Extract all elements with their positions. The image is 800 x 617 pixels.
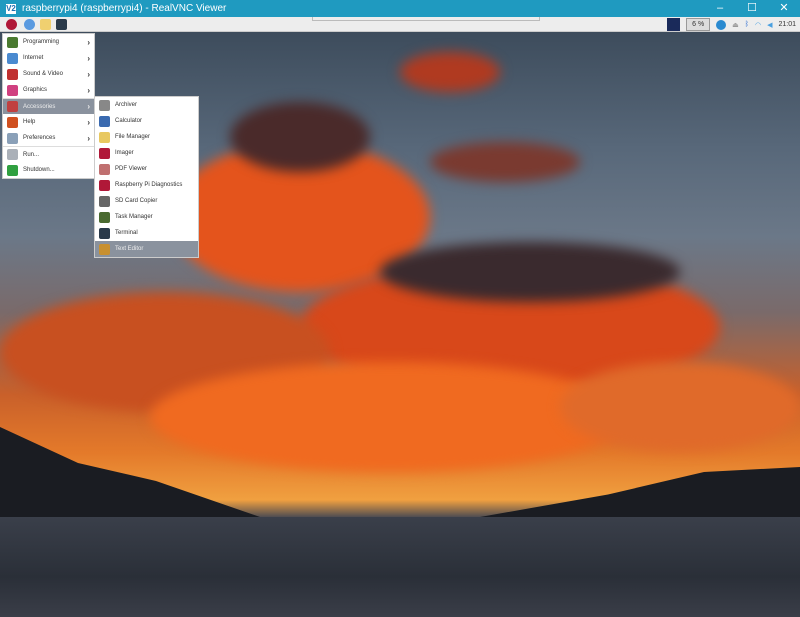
clock: 21:01 xyxy=(778,21,796,28)
folder-icon xyxy=(99,131,110,143)
menu-item-archiver[interactable]: Archiver xyxy=(95,97,198,113)
vnc-server-icon[interactable] xyxy=(667,18,681,31)
menu-item-file-manager[interactable]: File Manager xyxy=(95,129,198,145)
chevron-right-icon: › xyxy=(87,53,90,63)
cpu-monitor: 6 % xyxy=(686,18,711,31)
menu-item-label: Help xyxy=(23,119,36,125)
shutdown-icon xyxy=(7,164,18,176)
chevron-right-icon: › xyxy=(87,117,90,127)
menu-item-label: Shutdown... xyxy=(23,167,55,173)
menu-item-programming[interactable]: Programming › xyxy=(3,34,94,50)
menu-item-imager[interactable]: Imager xyxy=(95,145,198,161)
run-icon xyxy=(7,149,18,160)
menu-item-label: Sound & Video xyxy=(23,71,63,77)
menu-item-label: File Manager xyxy=(115,134,151,140)
help-icon xyxy=(7,116,18,128)
sound-video-icon xyxy=(7,68,18,80)
programming-icon xyxy=(7,36,18,48)
menu-item-label: Calculator xyxy=(115,118,143,124)
user-icon[interactable] xyxy=(716,19,727,30)
menu-item-label: SD Card Copier xyxy=(115,198,158,204)
title-bar: V2 raspberrypi4 (raspberrypi4) - RealVNC… xyxy=(0,0,800,17)
terminal-icon[interactable] xyxy=(56,19,67,30)
menu-item-shutdown[interactable]: Shutdown... xyxy=(3,162,94,178)
maximize-button[interactable]: ☐ xyxy=(736,0,768,17)
eject-icon[interactable]: ⏏ xyxy=(732,21,739,29)
menu-item-graphics[interactable]: Graphics › xyxy=(3,82,94,98)
chevron-right-icon: › xyxy=(87,85,90,95)
window-title: raspberrypi4 (raspberrypi4) - RealVNC Vi… xyxy=(22,3,227,14)
raspberry-menu-icon[interactable] xyxy=(6,19,17,30)
menu-item-accessories[interactable]: Accessories › xyxy=(3,98,94,114)
menu-item-preferences[interactable]: Preferences › xyxy=(3,130,94,146)
bluetooth-icon[interactable]: ᛒ xyxy=(745,21,749,28)
raspberry-icon xyxy=(99,179,110,191)
menu-item-label: Task Manager xyxy=(115,214,153,220)
menu-item-label: Preferences xyxy=(23,135,56,141)
menu-item-label: Accessories xyxy=(23,103,56,110)
taskbar: 6 % ⏏ ᛒ ◠ ◀ 21:01 xyxy=(0,17,800,32)
sd-card-icon xyxy=(99,195,110,207)
menu-item-sound-video[interactable]: Sound & Video › xyxy=(3,66,94,82)
minimize-button[interactable]: – xyxy=(704,0,736,17)
graphics-icon xyxy=(7,84,18,96)
lake xyxy=(0,517,800,617)
menu-item-label: Archiver xyxy=(115,102,138,108)
main-menu: Programming › Internet › Sound & Video › Graph… xyxy=(2,33,95,179)
menu-item-help[interactable]: Help › xyxy=(3,114,94,130)
file-manager-icon[interactable] xyxy=(40,19,51,30)
menu-item-text-editor[interactable]: Text Editor xyxy=(95,241,198,257)
archiver-icon xyxy=(99,99,110,111)
menu-item-label: Programming xyxy=(23,39,60,45)
menu-item-internet[interactable]: Internet › xyxy=(3,50,94,66)
menu-item-run[interactable]: Run... xyxy=(3,146,94,162)
wifi-icon[interactable]: ◠ xyxy=(755,21,761,29)
preferences-icon xyxy=(7,132,18,144)
menu-item-task-manager[interactable]: Task Manager xyxy=(95,209,198,225)
chevron-right-icon: › xyxy=(87,102,90,111)
close-button[interactable]: ✕ xyxy=(768,0,800,17)
menu-item-label: Internet xyxy=(23,55,44,61)
menu-item-terminal[interactable]: Terminal xyxy=(95,225,198,241)
menu-item-label: Run... xyxy=(23,151,40,158)
task-manager-icon xyxy=(99,211,110,223)
internet-icon xyxy=(7,52,18,64)
calculator-icon xyxy=(99,115,110,127)
accessories-submenu: Archiver Calculator File Manager Imager PDF … xyxy=(94,96,199,258)
raspberry-icon xyxy=(99,147,110,159)
realvnc-logo-icon: V2 xyxy=(6,3,16,14)
volume-icon[interactable]: ◀ xyxy=(767,21,772,29)
menu-item-label: Raspberry Pi Diagnostics xyxy=(115,182,183,188)
menu-item-label: Imager xyxy=(115,150,134,156)
menu-item-label: Graphics xyxy=(23,87,48,93)
pdf-viewer-icon xyxy=(99,163,110,175)
window-list xyxy=(312,17,540,21)
chevron-right-icon: › xyxy=(87,133,90,143)
chevron-right-icon: › xyxy=(87,37,90,47)
text-editor-icon xyxy=(99,243,110,255)
browser-icon[interactable] xyxy=(24,19,35,30)
menu-item-pdf-viewer[interactable]: PDF Viewer xyxy=(95,161,198,177)
chevron-right-icon: › xyxy=(87,69,90,79)
terminal-icon xyxy=(99,227,110,239)
menu-item-raspberry-pi-diagnostics[interactable]: Raspberry Pi Diagnostics xyxy=(95,177,198,193)
menu-item-sd-card-copier[interactable]: SD Card Copier xyxy=(95,193,198,209)
menu-item-label: PDF Viewer xyxy=(115,166,147,172)
accessories-icon xyxy=(7,101,18,112)
menu-item-label: Terminal xyxy=(115,230,138,236)
menu-item-label: Text Editor xyxy=(115,246,144,252)
menu-item-calculator[interactable]: Calculator xyxy=(95,113,198,129)
